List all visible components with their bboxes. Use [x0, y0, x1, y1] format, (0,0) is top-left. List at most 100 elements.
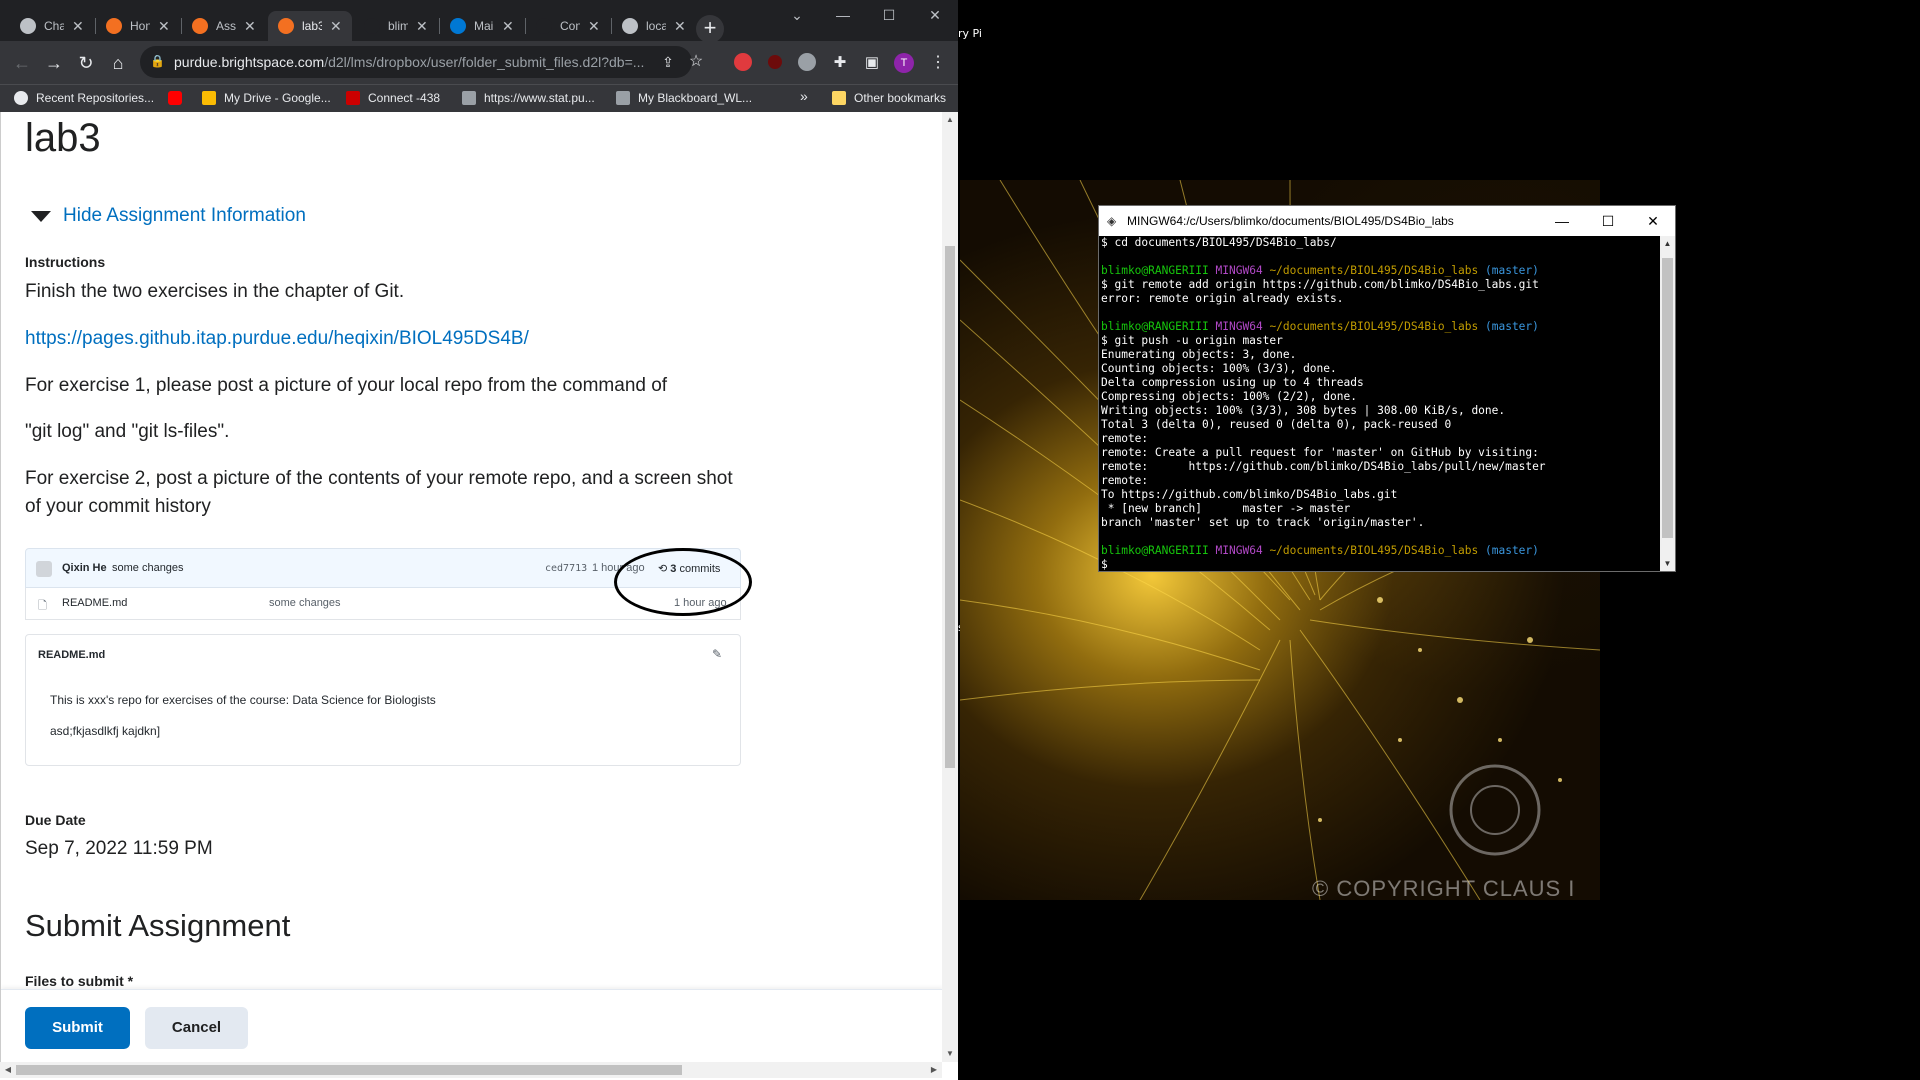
address-bar[interactable]: 🔒 purdue.brightspace.com/d2l/lms/dropbox… [140, 46, 703, 78]
terminal-cursor-line[interactable]: $ [1101, 558, 1108, 571]
tab-blim[interactable]: blim ✕ [354, 11, 438, 41]
terminal-line: * [new branch] master -> master [1101, 502, 1351, 515]
page-vertical-scrollbar[interactable]: ▲ ▼ [942, 112, 958, 1062]
tab-title: Con [560, 19, 580, 33]
minimize-button[interactable]: — [1539, 206, 1585, 236]
tab-close-icon[interactable]: ✕ [588, 18, 600, 35]
back-icon[interactable]: ← [10, 51, 34, 75]
share-icon[interactable]: ⇪ [656, 50, 680, 74]
tab-title: Cha [44, 19, 64, 33]
lock-icon[interactable]: 🔒 [150, 54, 165, 68]
readme-line: asd;fkjasdlkfj kajdkn] [50, 724, 161, 738]
github-icon [14, 91, 28, 105]
desktop-icon-label[interactable]: ry Pi [958, 27, 982, 40]
bookmark-item[interactable]: My Blackboard_WL... [616, 91, 752, 105]
side-panel-icon[interactable]: ▣ [860, 51, 884, 75]
bookmark-item[interactable]: Recent Repositories... [14, 91, 154, 105]
bookmark-item[interactable] [168, 91, 190, 105]
other-bookmarks[interactable]: Other bookmarks [832, 91, 946, 105]
instruction-line: For exercise 1, please post a picture of… [25, 375, 668, 396]
adblock-extension-icon[interactable] [734, 53, 752, 71]
terminal-line: Delta compression using up to 4 threads [1101, 376, 1364, 389]
tab-lab3[interactable]: lab3 ✕ [268, 11, 352, 41]
extension-icon[interactable] [798, 53, 816, 71]
commit-message: some changes [112, 562, 184, 574]
minimize-button[interactable]: — [820, 0, 866, 30]
scrollbar-thumb[interactable] [1662, 258, 1673, 538]
tab-search-icon[interactable]: ⌄ [774, 0, 820, 30]
bookmark-item[interactable]: Connect -438 [346, 91, 440, 105]
home-icon[interactable]: ⌂ [106, 51, 130, 75]
tab-mai[interactable]: Mai ✕ [440, 11, 524, 41]
close-button[interactable]: ✕ [1630, 206, 1676, 236]
tab-close-icon[interactable]: ✕ [158, 18, 170, 35]
scroll-left-icon[interactable]: ◀ [0, 1062, 16, 1078]
edit-pencil-icon: ✎ [712, 647, 723, 661]
collapse-triangle-icon [31, 210, 51, 222]
instruction-line: Finish the two exercises in the chapter … [25, 281, 405, 302]
scroll-down-icon[interactable]: ▼ [1660, 556, 1675, 571]
terminal-line: Total 3 (delta 0), reused 0 (delta 0), p… [1101, 418, 1452, 431]
hide-assignment-info-toggle[interactable]: Hide Assignment Information [31, 205, 306, 227]
page-title: lab3 [25, 116, 101, 160]
bookmark-star-icon[interactable]: ☆ [684, 50, 708, 74]
file-commit-message: some changes [269, 597, 341, 609]
terminal-output[interactable]: $ cd documents/BIOL495/DS4Bio_labs/ blim… [1101, 236, 1659, 571]
course-link[interactable]: https://pages.github.itap.purdue.edu/heq… [25, 328, 529, 350]
tab-close-icon[interactable]: ✕ [502, 18, 514, 35]
bookmark-item[interactable]: https://www.stat.pu... [462, 91, 595, 105]
maximize-button[interactable]: ☐ [866, 0, 912, 30]
scroll-right-icon[interactable]: ▶ [926, 1062, 942, 1078]
terminal-line: $ git push -u origin master [1101, 334, 1283, 347]
terminal-line: To https://github.com/blimko/DS4Bio_labs… [1101, 488, 1398, 501]
terminal-window[interactable]: ◈ MINGW64:/c/Users/blimko/documents/BIOL… [1098, 205, 1676, 572]
maximize-button[interactable]: ☐ [1585, 206, 1631, 236]
globe-icon [622, 18, 638, 34]
extension-icon[interactable] [768, 55, 782, 69]
forward-icon[interactable]: → [42, 51, 66, 75]
terminal-line: Compressing objects: 100% (2/2), done. [1101, 390, 1357, 403]
new-tab-button[interactable]: + [696, 15, 724, 43]
reload-icon[interactable]: ↻ [74, 51, 98, 75]
tab-close-icon[interactable]: ✕ [330, 18, 342, 35]
due-date-label: Due Date [25, 812, 86, 828]
submit-button[interactable]: Submit [25, 1007, 130, 1049]
tab-loca[interactable]: loca ✕ [612, 11, 696, 41]
extensions-puzzle-icon[interactable]: ✚ [828, 51, 852, 75]
scrollbar-thumb[interactable] [16, 1065, 682, 1075]
bookmarks-overflow-icon[interactable]: » [800, 88, 808, 104]
terminal-line: Counting objects: 100% (3/3), done. [1101, 362, 1337, 375]
menu-kebab-icon[interactable]: ⋮ [926, 51, 950, 75]
bookmark-item[interactable]: My Drive - Google... [202, 91, 331, 105]
terminal-prompt: blimko@RANGERIII MINGW64 ~/documents/BIO… [1101, 544, 1539, 557]
tab-title: loca [646, 19, 666, 33]
outlook-icon [450, 18, 466, 34]
submit-assignment-heading: Submit Assignment [25, 908, 291, 943]
tab-assi[interactable]: Assi ✕ [182, 11, 266, 41]
tab-cha[interactable]: Cha ✕ [10, 11, 94, 41]
tab-close-icon[interactable]: ✕ [416, 18, 428, 35]
tab-con[interactable]: Con ✕ [526, 11, 610, 41]
terminal-titlebar[interactable]: ◈ MINGW64:/c/Users/blimko/documents/BIOL… [1099, 206, 1675, 236]
terminal-title: MINGW64:/c/Users/blimko/documents/BIOL49… [1127, 214, 1454, 228]
url-text[interactable]: purdue.brightspace.com/d2l/lms/dropbox/u… [174, 54, 644, 70]
readme-line: This is xxx's repo for exercises of the … [50, 693, 436, 707]
tab-close-icon[interactable]: ✕ [244, 18, 256, 35]
scroll-down-icon[interactable]: ▼ [942, 1046, 958, 1062]
scroll-up-icon[interactable]: ▲ [1660, 236, 1675, 251]
close-button[interactable]: ✕ [912, 0, 958, 30]
tab-hon[interactable]: Hon ✕ [96, 11, 180, 41]
readme-panel: README.md ✎ This is xxx's repo for exerc… [25, 634, 741, 766]
scroll-up-icon[interactable]: ▲ [942, 112, 958, 128]
terminal-line: $ cd documents/BIOL495/DS4Bio_labs/ [1101, 236, 1337, 249]
terminal-line: $ git remote add origin https://github.c… [1101, 278, 1539, 291]
tab-close-icon[interactable]: ✕ [674, 18, 686, 35]
terminal-line: error: remote origin already exists. [1101, 292, 1344, 305]
scrollbar-thumb[interactable] [945, 246, 955, 768]
terminal-line: branch 'master' set up to track 'origin/… [1101, 516, 1425, 529]
page-horizontal-scrollbar[interactable]: ◀ ▶ [0, 1062, 942, 1078]
cancel-button[interactable]: Cancel [145, 1007, 248, 1049]
terminal-scrollbar[interactable]: ▲ ▼ [1660, 236, 1675, 571]
profile-avatar[interactable]: T [894, 53, 914, 73]
tab-close-icon[interactable]: ✕ [72, 18, 84, 35]
